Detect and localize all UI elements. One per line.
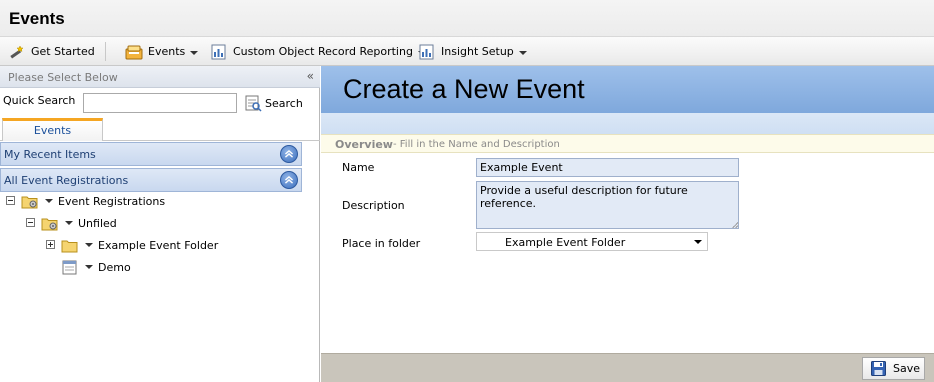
collapse-up-icon[interactable] [280,145,298,163]
tree-node-label: Event Registrations [58,194,166,208]
tab-events[interactable]: Events [2,118,103,141]
report-icon [62,260,77,274]
folder-gear-icon [21,196,38,208]
overview-title: Overview [335,138,393,151]
expand-node-icon[interactable] [46,240,55,249]
description-label: Description [342,199,405,212]
events-menu-label: Events [148,45,186,58]
custom-reporting-label: Custom Object Record Reporting [233,45,413,58]
left-panel: Please Select Below « Quick Search Searc… [0,66,320,382]
toolbar-divider [105,42,106,61]
collapse-node-icon[interactable] [6,196,15,205]
section-my-recent-items[interactable]: My Recent Items [0,142,302,166]
form-title: Create a New Event [343,74,585,104]
app-header: Events [0,0,934,37]
chevron-down-icon [190,50,199,55]
chevron-down-icon[interactable] [85,265,93,269]
tree-node-label: Unfiled [78,216,117,230]
description-field[interactable]: Provide a useful description for future … [476,181,739,229]
section-label: All Event Registrations [4,174,129,187]
collapse-up-icon[interactable] [280,171,298,189]
tree-node-label: Example Event Folder [98,238,219,252]
search-button[interactable]: Search [244,93,303,113]
wand-icon [10,44,24,59]
main-panel: Create a New Event Overview - Fill in th… [321,66,934,382]
chevron-down-icon[interactable] [45,199,53,203]
folder-icon [61,240,78,252]
report-chart-icon [211,44,226,59]
search-notepad-icon [245,95,262,112]
get-started-button[interactable]: Get Started [8,41,95,62]
search-button-label: Search [265,96,303,110]
tree-node-event-registrations[interactable]: Event Registrations [6,192,165,210]
event-form: Name Description Provide a useful descri… [321,153,934,353]
quick-search-input[interactable] [83,93,237,113]
insight-setup-menu[interactable]: Insight Setup [418,41,527,62]
overview-subtitle: - Fill in the Name and Description [393,139,560,150]
save-button-label: Save [893,362,921,375]
toolbar: Get Started Events Custom Object Record … [0,37,934,66]
chevron-down-icon[interactable] [85,243,93,247]
chevron-down-icon[interactable] [65,221,73,225]
form-footer: Save [321,353,934,382]
tree-node-unfiled[interactable]: Unfiled [26,214,117,232]
floppy-disk-icon [871,361,886,376]
get-started-label: Get Started [31,45,95,58]
title-banner: Create a New Event [321,66,934,113]
tree-node-label: Demo [98,260,131,274]
left-panel-heading: Please Select Below [8,71,118,84]
collapse-node-icon[interactable] [26,218,35,227]
left-panel-header: Please Select Below « [0,66,320,88]
section-all-event-registrations[interactable]: All Event Registrations [0,168,302,192]
dropdown-arrow-icon[interactable] [694,240,702,244]
folder-gear-icon [41,218,58,230]
events-icon [125,45,143,59]
name-field[interactable] [476,158,739,177]
save-button[interactable]: Save [862,357,925,380]
folder-label: Place in folder [342,237,421,250]
collapse-panel-icon[interactable]: « [307,69,314,83]
resize-grip-icon[interactable] [732,222,738,228]
tree-node-demo[interactable]: Demo [61,258,131,276]
chevron-down-icon [518,50,527,55]
insight-setup-label: Insight Setup [441,45,514,58]
banner-strip [321,113,934,134]
tree-node-example-event-folder[interactable]: Example Event Folder [46,236,218,254]
description-wrapper: Provide a useful description for future … [476,181,739,229]
folder-select[interactable]: Example Event Folder [476,232,708,251]
section-label: My Recent Items [4,148,96,161]
page-title: Events [9,9,65,28]
folder-select-value: Example Event Folder [505,236,626,249]
events-menu[interactable]: Events [125,41,199,62]
left-tabstrip: Events [0,118,320,141]
custom-reporting-menu[interactable]: Custom Object Record Reporting [210,41,426,62]
quick-search-label: Quick Search [3,94,76,107]
overview-bar: Overview - Fill in the Name and Descript… [321,134,934,153]
insight-chart-icon [419,44,434,59]
name-label: Name [342,161,375,174]
